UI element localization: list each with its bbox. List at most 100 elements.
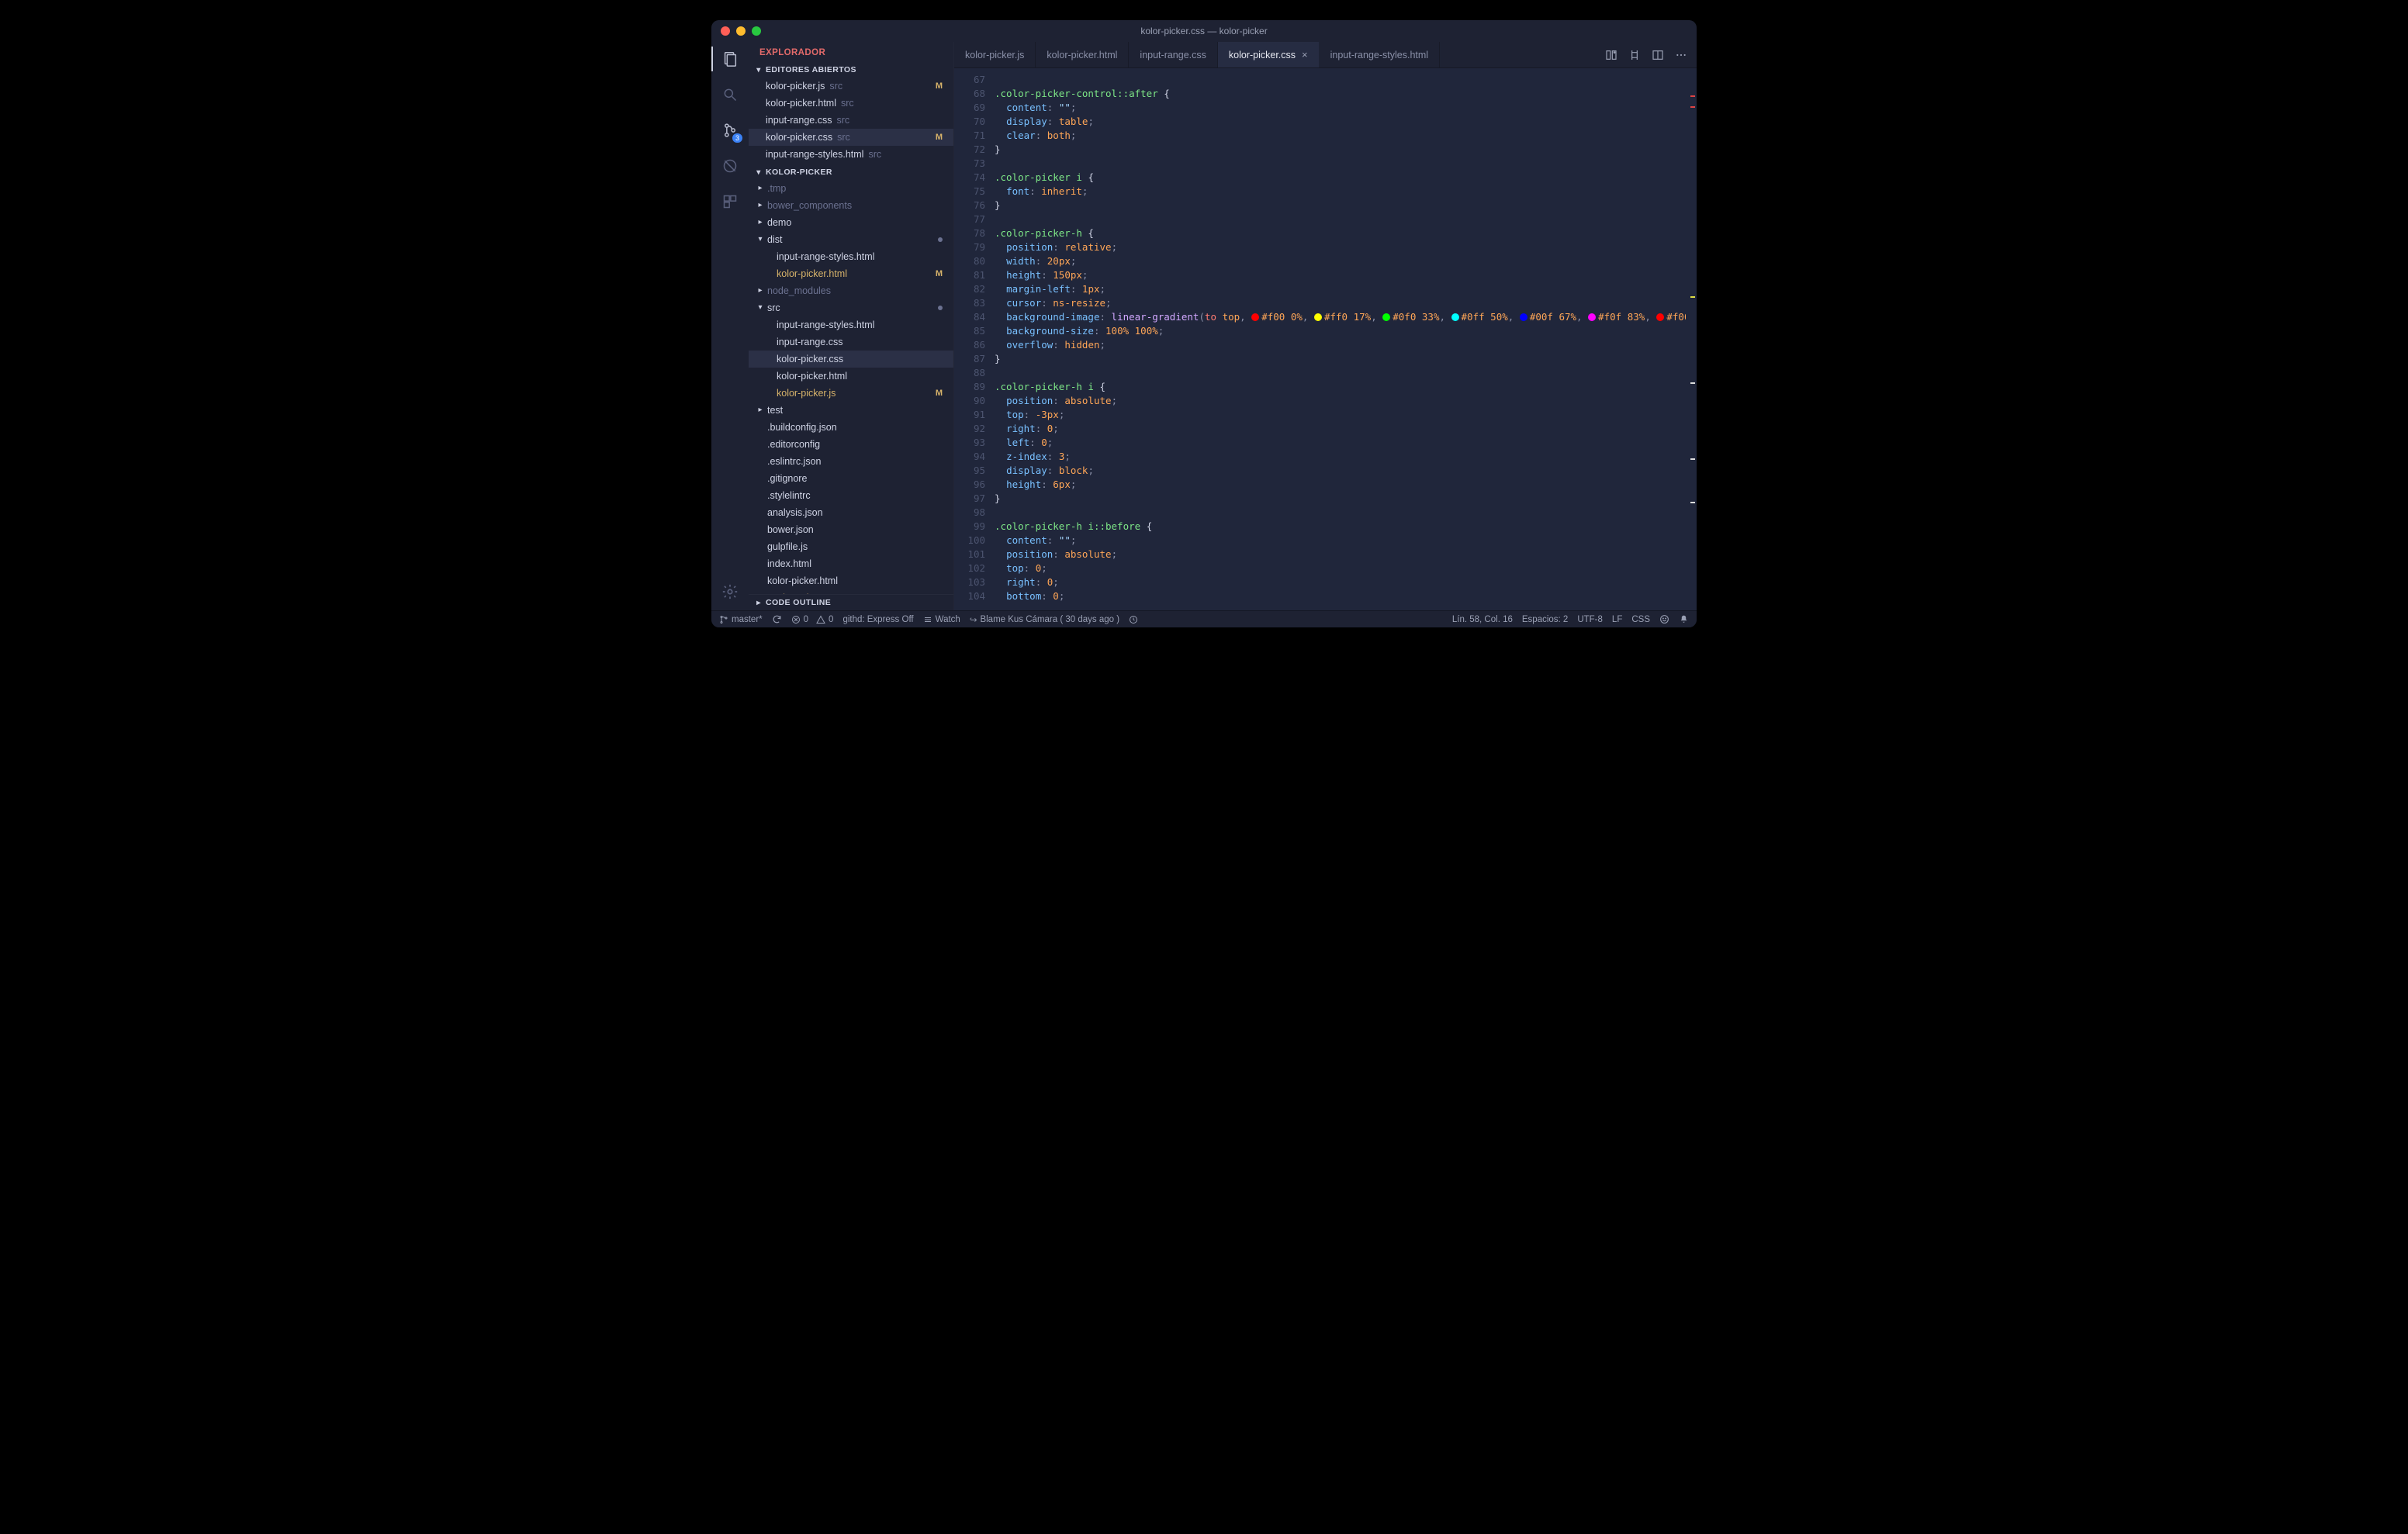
eol[interactable]: LF (1612, 615, 1622, 624)
folder-row[interactable]: ▸demo (749, 214, 953, 231)
open-editors-header[interactable]: ▾ EDITORES ABIERTOS (749, 62, 953, 78)
file-item[interactable]: analysis.json (749, 504, 953, 521)
line-number-gutter: 6768697071727374757677787980818283848586… (954, 68, 991, 610)
indentation[interactable]: Espacios: 2 (1522, 615, 1568, 624)
status-bar: master* 0 0 githd: Express Off Watch ↪ B… (711, 610, 1697, 627)
code-line: z-index: 3; (995, 450, 1686, 464)
code-line: display: table; (995, 115, 1686, 129)
file-item[interactable]: kolor-picker.css (749, 351, 953, 368)
file-item[interactable]: kolor-picker.htmlM (749, 265, 953, 282)
file-item[interactable]: bower.json (749, 521, 953, 538)
open-editor-item[interactable]: input-range-styles.html src (749, 146, 953, 163)
editor-tab[interactable]: input-range.css (1129, 42, 1217, 67)
modified-indicator: M (936, 130, 943, 144)
folder-row[interactable]: ▸bower_components (749, 197, 953, 214)
encoding[interactable]: UTF-8 (1577, 615, 1603, 624)
code-line: background-size: 100% 100%; (995, 324, 1686, 338)
problems[interactable]: 0 0 (791, 615, 834, 624)
project-header[interactable]: ▾ KOLOR-PICKER (749, 164, 953, 180)
search-icon[interactable] (719, 84, 741, 105)
file-item[interactable]: .stylelintrc (749, 487, 953, 504)
code-line (995, 212, 1686, 226)
source-control-icon[interactable]: 3 (719, 119, 741, 141)
code-line: position: absolute; (995, 548, 1686, 561)
file-item[interactable]: kolor-picker.html (749, 368, 953, 385)
file-item[interactable]: input-range-styles.html (749, 316, 953, 333)
code-line: .color-picker i { (995, 171, 1686, 185)
editor-tab[interactable]: kolor-picker.css× (1218, 42, 1320, 67)
code-line (995, 157, 1686, 171)
code-line: bottom: 0; (995, 589, 1686, 603)
code-line: .color-picker-h { (995, 226, 1686, 240)
titlebar: kolor-picker.css — kolor-picker (711, 20, 1697, 42)
code-line: } (995, 492, 1686, 506)
code-line: .color-picker-h i { (995, 380, 1686, 394)
modified-indicator: M (936, 267, 943, 281)
open-editor-item[interactable]: kolor-picker.html src (749, 95, 953, 112)
debug-icon[interactable] (719, 155, 741, 177)
open-changes-icon[interactable] (1628, 49, 1641, 61)
open-editor-item[interactable]: input-range.css src (749, 112, 953, 129)
file-item[interactable]: kolor-picker.jsM (749, 385, 953, 402)
chevron-down-icon: ▾ (756, 233, 764, 247)
clock-icon[interactable] (1129, 615, 1138, 624)
chevron-right-icon: ▸ (755, 599, 763, 607)
git-branch[interactable]: master* (719, 615, 763, 624)
settings-gear-icon[interactable] (719, 581, 741, 603)
file-tree: ▸.tmp▸bower_components▸demo▾distinput-ra… (749, 180, 953, 594)
code-line: } (995, 143, 1686, 157)
window-title: kolor-picker.css — kolor-picker (711, 26, 1697, 36)
folder-row[interactable]: ▾dist (749, 231, 953, 248)
code-line: height: 150px; (995, 268, 1686, 282)
sync-icon[interactable] (772, 614, 782, 624)
feedback-smiley-icon[interactable] (1659, 614, 1669, 624)
code-line: } (995, 199, 1686, 212)
folder-row[interactable]: ▾src (749, 299, 953, 316)
open-editors-list: kolor-picker.js srcMkolor-picker.html sr… (749, 78, 953, 164)
folder-row[interactable]: ▸.tmp (749, 180, 953, 197)
split-editor-icon[interactable] (1652, 49, 1664, 61)
language-mode[interactable]: CSS (1631, 615, 1650, 624)
code-line: top: 0; (995, 561, 1686, 575)
compare-changes-icon[interactable] (1605, 49, 1617, 61)
editor-tab[interactable]: kolor-picker.html (1036, 42, 1129, 67)
file-item[interactable]: .editorconfig (749, 436, 953, 453)
code-line: content: ""; (995, 101, 1686, 115)
chevron-down-icon: ▾ (755, 168, 763, 177)
file-item[interactable]: index.html (749, 555, 953, 572)
folder-row[interactable]: ▸test (749, 402, 953, 419)
watch-status[interactable]: Watch (923, 615, 960, 624)
modified-indicator: M (936, 386, 943, 400)
chevron-right-icon: ▸ (756, 199, 764, 212)
code-line: background-image: linear-gradient(to top… (995, 310, 1686, 324)
extensions-icon[interactable] (719, 191, 741, 212)
code-outline-header[interactable]: ▸ CODE OUTLINE (749, 594, 953, 610)
overview-ruler[interactable] (1686, 68, 1697, 610)
file-item[interactable]: input-range.css (749, 333, 953, 351)
close-icon[interactable]: × (1302, 49, 1308, 60)
file-item[interactable]: gulpfile.js (749, 538, 953, 555)
more-actions-icon[interactable] (1675, 49, 1687, 61)
code-line: width: 20px; (995, 254, 1686, 268)
explorer-icon[interactable] (719, 48, 741, 70)
file-item[interactable]: .eslintrc.json (749, 453, 953, 470)
editor-tab[interactable]: kolor-picker.js (954, 42, 1036, 67)
notifications-bell-icon[interactable] (1679, 614, 1689, 624)
file-item[interactable]: .buildconfig.json (749, 419, 953, 436)
git-blame[interactable]: ↪ Blame Kus Cámara ( 30 days ago ) (970, 614, 1119, 625)
cursor-position[interactable]: Lín. 58, Col. 16 (1452, 615, 1513, 624)
code-line: .color-picker-control::after { (995, 87, 1686, 101)
code-line: cursor: ns-resize; (995, 296, 1686, 310)
code-line (995, 506, 1686, 520)
file-item[interactable]: .gitignore (749, 470, 953, 487)
open-editor-item[interactable]: kolor-picker.js srcM (749, 78, 953, 95)
folder-row[interactable]: ▸node_modules (749, 282, 953, 299)
open-editor-item[interactable]: kolor-picker.css srcM (749, 129, 953, 146)
file-item[interactable]: input-range-styles.html (749, 248, 953, 265)
code-content[interactable]: .color-picker-control::after { content: … (991, 68, 1686, 610)
code-editor[interactable]: 6768697071727374757677787980818283848586… (954, 68, 1697, 610)
editor-tab[interactable]: input-range-styles.html (1320, 42, 1440, 67)
file-item[interactable]: kolor-picker.html (749, 572, 953, 589)
code-line: font: inherit; (995, 185, 1686, 199)
githd-status[interactable]: githd: Express Off (842, 615, 913, 624)
